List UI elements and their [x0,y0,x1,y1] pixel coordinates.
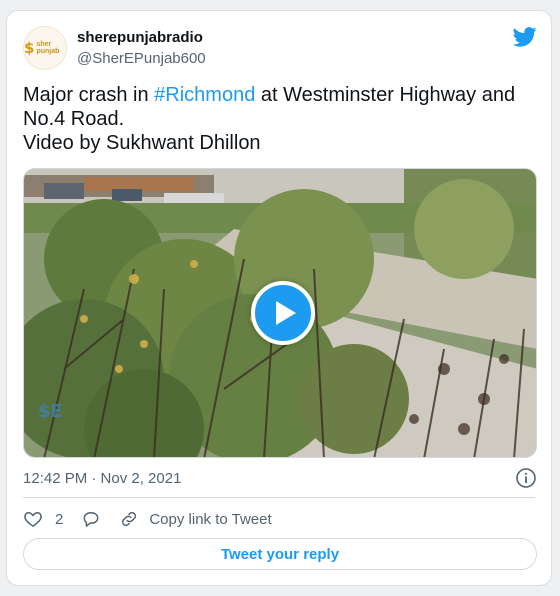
reply-icon-button[interactable] [81,509,101,529]
info-icon[interactable] [515,467,537,489]
tweet-text-continued: at Westminster Highway and [255,84,516,106]
tweet-card: $ sher punjab sherepunjabradio @SherEPun… [6,10,552,586]
hashtag-link[interactable]: #Richmond [154,84,255,106]
like-count: 2 [55,510,64,528]
tweet-line-1: Major crash in #Richmond at Westminster … [23,83,533,107]
tweet-text: Major crash in #Richmond at Westminster … [23,83,533,155]
tweet-line-2: No.4 Road. [23,108,125,130]
sherepunjab-logo: $ sher punjab [24,39,66,57]
heart-icon [24,511,42,527]
twitter-bird-icon[interactable] [513,27,537,47]
play-button[interactable] [251,281,315,345]
tweet-line-3: Video by Sukhwant Dhillon [23,132,261,154]
play-icon [275,301,296,325]
tweet-timestamp[interactable]: 12:42 PM · Nov 2, 2021 [23,469,181,489]
reply-icon [83,512,99,527]
copy-link-label: Copy link to Tweet [149,510,272,528]
author-name[interactable]: sherepunjabradio [77,29,206,47]
author-block[interactable]: sherepunjabradio @SherEPunjab600 [77,29,206,68]
link-icon [122,511,137,527]
avatar-mark: $ [24,39,35,57]
channel-watermark: $E [38,401,63,422]
tweet-text-start: Major crash in [23,84,155,106]
avatar-text: sher punjab [36,41,60,55]
video-player[interactable]: $E [23,168,537,458]
copy-link-button[interactable]: Copy link to Tweet [119,509,272,529]
like-button[interactable]: 2 [23,509,63,529]
divider [23,497,535,498]
author-handle[interactable]: @SherEPunjab600 [77,49,206,68]
tweet-reply-button[interactable]: Tweet your reply [23,538,537,570]
avatar[interactable]: $ sher punjab [23,26,67,70]
tweet-actions: 2 Copy link to Tweet [23,507,290,531]
